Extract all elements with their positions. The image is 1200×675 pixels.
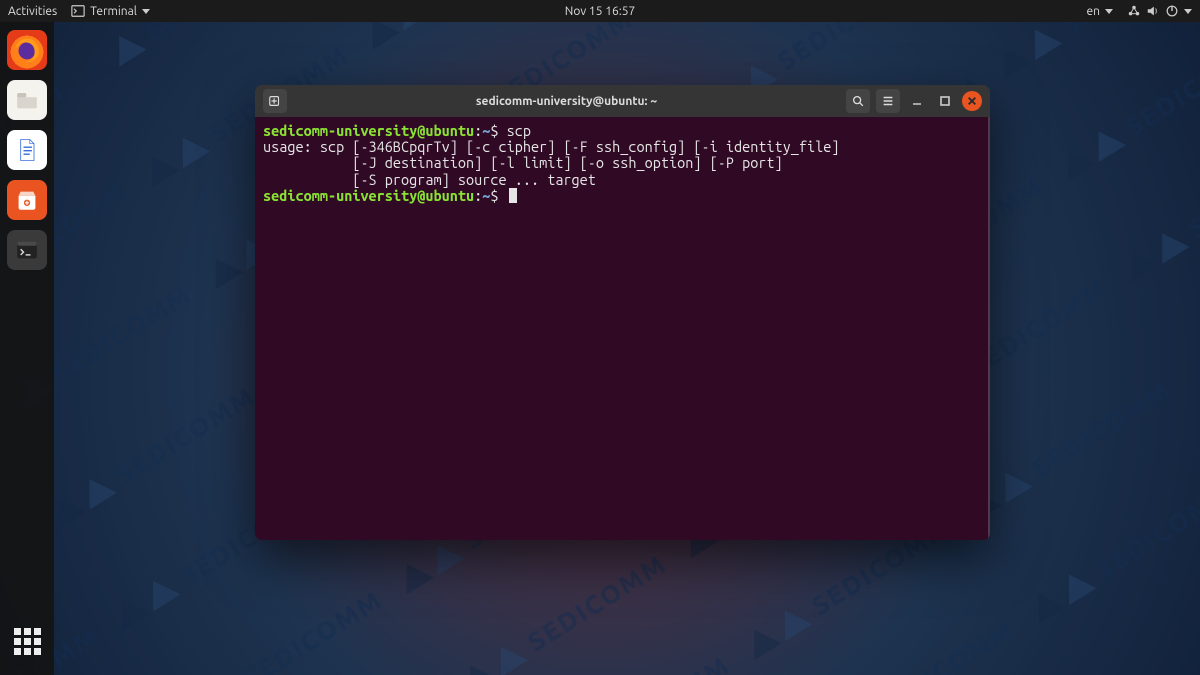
prompt-symbol: $ xyxy=(490,187,498,204)
dock-icon-software[interactable] xyxy=(7,180,47,220)
minimize-button[interactable] xyxy=(906,90,928,112)
new-tab-icon xyxy=(268,94,282,108)
input-source-label: en xyxy=(1087,5,1100,18)
terminal-titlebar[interactable]: sedicomm-university@ubuntu: ~ xyxy=(255,85,990,117)
activities-label: Activities xyxy=(8,5,57,18)
output-line: [-J destination] [-l limit] [-o ssh_opti… xyxy=(263,154,783,171)
prompt-symbol: $ xyxy=(490,122,498,139)
hamburger-icon xyxy=(881,94,895,108)
dock-icon-document[interactable] xyxy=(7,130,47,170)
volume-icon xyxy=(1146,4,1160,18)
network-icon xyxy=(1127,4,1141,18)
search-icon xyxy=(851,94,865,108)
close-button[interactable] xyxy=(962,91,982,111)
show-applications-button[interactable] xyxy=(7,621,47,661)
terminal-menu-icon xyxy=(71,4,85,18)
firefox-icon xyxy=(10,33,44,67)
new-tab-button[interactable] xyxy=(263,89,287,113)
minimize-icon xyxy=(911,95,923,107)
chevron-down-icon xyxy=(1105,9,1113,14)
app-menu[interactable]: Terminal xyxy=(71,4,150,18)
power-icon xyxy=(1165,4,1179,18)
input-source-menu[interactable]: en xyxy=(1087,5,1113,18)
clock[interactable]: Nov 15 16:57 xyxy=(565,5,635,18)
chevron-down-icon xyxy=(1184,9,1192,14)
command-text: scp xyxy=(499,122,531,139)
files-icon xyxy=(13,86,41,114)
prompt-user: sedicomm-university@ubuntu xyxy=(263,122,474,139)
apps-grid-icon xyxy=(14,628,41,655)
terminal-body[interactable]: sedicomm-university@ubuntu:~$ scp usage:… xyxy=(255,117,990,540)
chevron-down-icon xyxy=(142,9,150,14)
output-line: [-S program] source ... target xyxy=(263,171,596,188)
output-line: usage: scp [-346BCpqrTv] [-c cipher] [-F… xyxy=(263,138,840,155)
hamburger-menu-button[interactable] xyxy=(876,89,900,113)
dock-icon-firefox[interactable] xyxy=(7,30,47,70)
system-status-area[interactable] xyxy=(1127,4,1192,18)
gnome-topbar: Activities Terminal Nov 15 16:57 en xyxy=(0,0,1200,22)
terminal-window: sedicomm-university@ubuntu: ~ sedicomm-u… xyxy=(255,85,990,540)
prompt-user: sedicomm-university@ubuntu xyxy=(263,187,474,204)
ubuntu-dock xyxy=(0,22,54,675)
clock-label: Nov 15 16:57 xyxy=(565,5,635,18)
dock-icon-terminal[interactable] xyxy=(7,230,47,270)
app-menu-label: Terminal xyxy=(90,5,137,18)
dock-icon-files[interactable] xyxy=(7,80,47,120)
maximize-button[interactable] xyxy=(934,90,956,112)
activities-button[interactable]: Activities xyxy=(8,5,57,18)
terminal-cursor xyxy=(509,188,517,203)
search-button[interactable] xyxy=(846,89,870,113)
window-title: sedicomm-university@ubuntu: ~ xyxy=(293,95,840,108)
software-icon xyxy=(13,186,41,214)
document-icon xyxy=(13,136,41,164)
close-icon xyxy=(967,96,977,106)
maximize-icon xyxy=(939,95,951,107)
terminal-icon xyxy=(13,236,41,264)
